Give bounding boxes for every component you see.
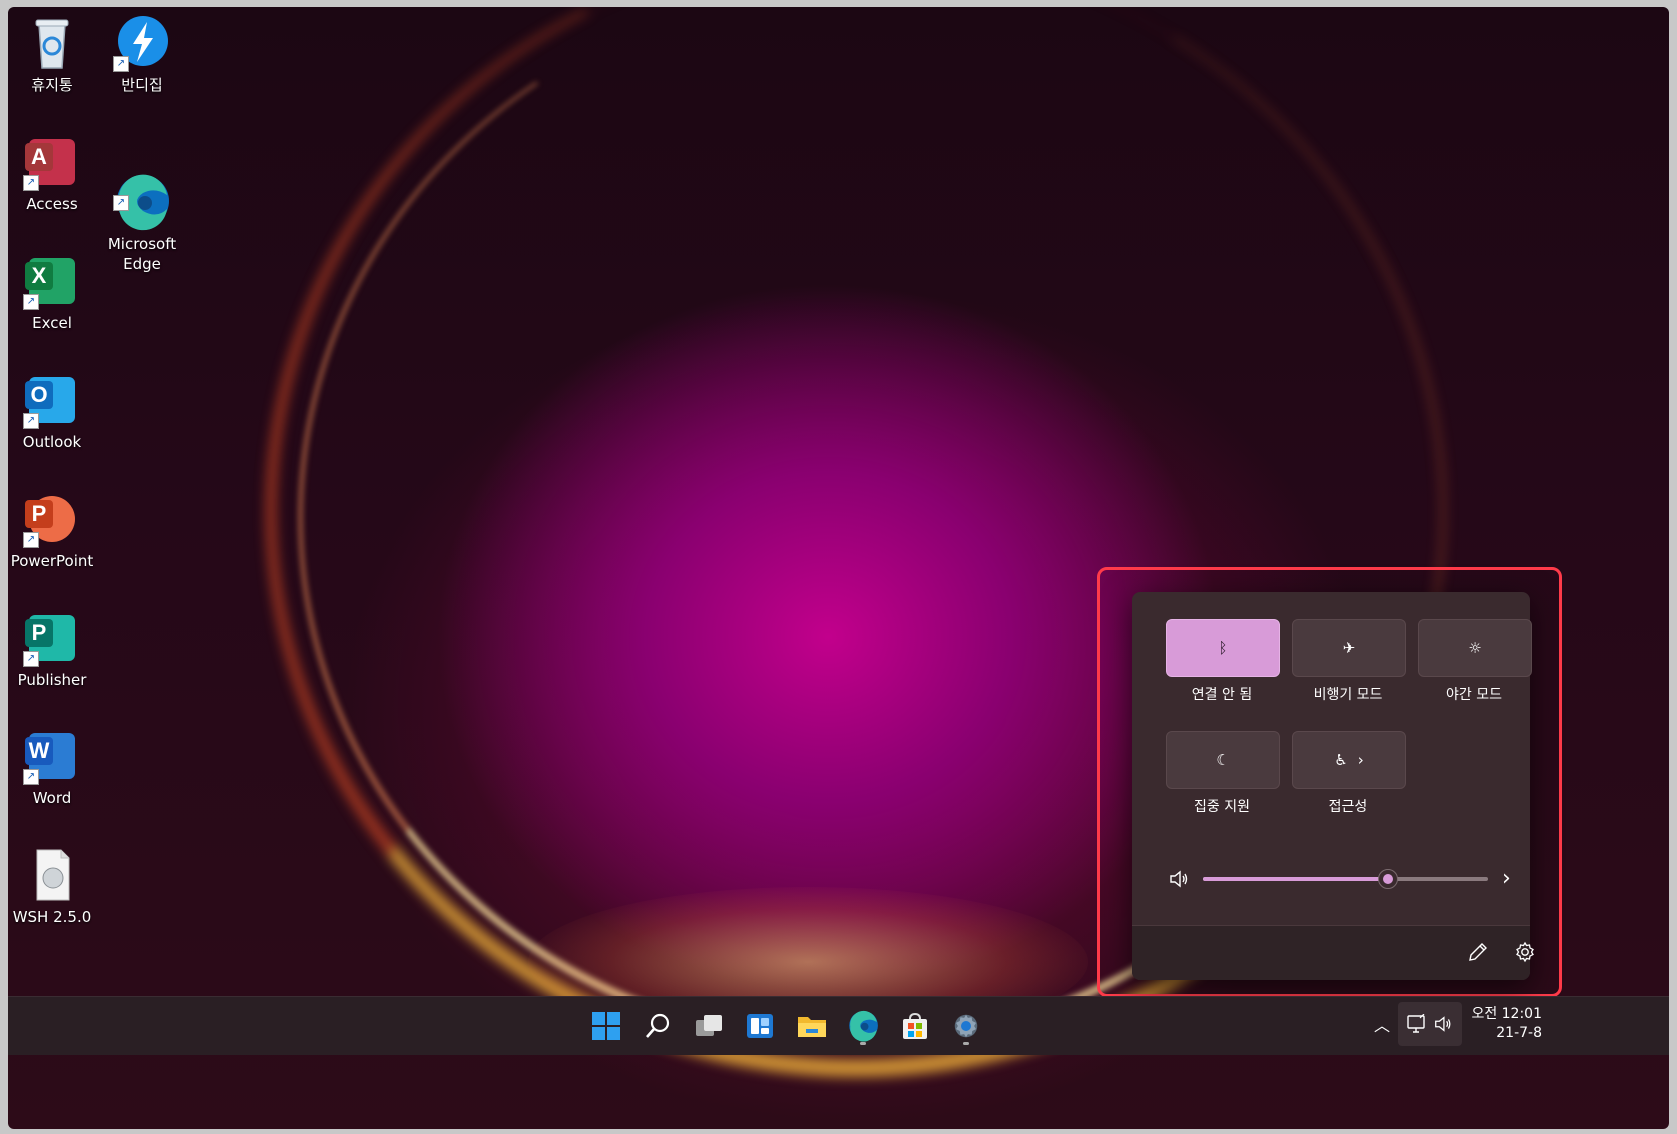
access-icon: A ↗: [23, 133, 81, 191]
desktop-icon-excel[interactable]: X ↗ Excel: [6, 252, 98, 333]
outlook-icon: O ↗: [23, 371, 81, 429]
clock-time: 오전 12:01: [1471, 1006, 1542, 1022]
settings-taskbar-icon[interactable]: [947, 1007, 985, 1045]
desktop-icon-label: Word: [32, 789, 72, 807]
shortcut-arrow-icon: ↗: [23, 769, 39, 785]
bluetooth-toggle[interactable]: ᛒ: [1166, 619, 1280, 677]
airplane-icon: ✈: [1342, 639, 1356, 657]
night-light-toggle[interactable]: ☼: [1418, 619, 1532, 677]
desktop-icon-powerpoint[interactable]: P ↗ PowerPoint: [6, 490, 98, 571]
desktop-icon-wsh[interactable]: WSH 2.5.0: [6, 846, 98, 927]
focus-assist-toggle[interactable]: ☾: [1166, 731, 1280, 789]
widgets-icon[interactable]: [741, 1007, 779, 1045]
desktop-icon-bandizip[interactable]: ↗ 반디집: [96, 14, 188, 95]
speaker-icon[interactable]: [1168, 868, 1190, 890]
volume-slider-fill: [1203, 877, 1389, 881]
chevron-right-icon[interactable]: ›: [1502, 866, 1511, 891]
accessibility-icon: ♿: [1334, 751, 1348, 769]
publisher-icon: P ↗: [23, 609, 81, 667]
bandizip-icon: ↗: [113, 14, 171, 72]
edge-icon: ↗: [113, 153, 171, 231]
wsh-file-icon: [23, 846, 81, 904]
powerpoint-icon: P ↗: [23, 490, 81, 548]
volume-tray-icon: [1435, 1016, 1451, 1032]
desktop-icon-label: WSH 2.5.0: [12, 908, 92, 926]
shortcut-arrow-icon: ↗: [23, 413, 39, 429]
accessibility-label: 접근성: [1328, 799, 1368, 815]
airplane-mode-label: 비행기 모드: [1313, 687, 1383, 703]
desktop-icon-label: 반디집: [121, 76, 163, 94]
focus-assist-moon-icon: ☾: [1216, 751, 1230, 769]
edit-pencil-icon[interactable]: [1466, 940, 1490, 964]
microsoft-store-icon[interactable]: [896, 1007, 934, 1045]
running-indicator: [860, 1042, 866, 1045]
bluetooth-label: 연결 안 됨: [1191, 687, 1253, 703]
network-icon: [1407, 1014, 1425, 1033]
desktop-icon-recycle-bin[interactable]: 휴지통: [6, 14, 98, 95]
volume-slider[interactable]: [1203, 869, 1488, 889]
desktop-icon-word[interactable]: W ↗ Word: [6, 727, 98, 808]
task-view-icon[interactable]: [690, 1007, 728, 1045]
shortcut-arrow-icon: ↗: [23, 532, 39, 548]
desktop-icon-edge[interactable]: ↗ Microsoft Edge: [96, 133, 188, 294]
bluetooth-icon: ᛒ: [1218, 639, 1228, 657]
quick-settings-tray-button[interactable]: [1398, 1002, 1462, 1046]
chevron-right-icon: ›: [1357, 751, 1364, 769]
taskbar-clock[interactable]: 오전 12:01 21-7-8: [1462, 1005, 1542, 1043]
focus-assist-label: 집중 지원: [1194, 799, 1250, 815]
shortcut-arrow-icon: ↗: [23, 651, 39, 667]
desktop-icon-label: Microsoft Edge: [107, 235, 177, 273]
settings-gear-icon[interactable]: [1513, 940, 1537, 964]
running-indicator: [963, 1042, 969, 1045]
desktop-icon-label: Publisher: [17, 671, 87, 689]
chevron-up-icon[interactable]: ︿: [1374, 1012, 1390, 1036]
desktop-icon-access[interactable]: A ↗ Access: [6, 133, 98, 214]
desktop-icon-label: Access: [26, 195, 78, 213]
shortcut-arrow-icon: ↗: [23, 294, 39, 310]
file-explorer-icon[interactable]: [793, 1007, 831, 1045]
search-icon[interactable]: [639, 1007, 677, 1045]
accessibility-button[interactable]: ♿ ›: [1292, 731, 1406, 789]
word-icon: W ↗: [23, 727, 81, 785]
clock-date: 21-7-8: [1496, 1025, 1542, 1041]
start-windows-icon[interactable]: [587, 1007, 625, 1045]
recycle-bin-icon: [23, 14, 81, 72]
desktop-icon-label: Outlook: [22, 433, 82, 451]
airplane-mode-toggle[interactable]: ✈: [1292, 619, 1406, 677]
shortcut-arrow-icon: ↗: [113, 195, 129, 211]
night-light-label: 야간 모드: [1446, 687, 1502, 703]
desktop-icon-label: PowerPoint: [10, 552, 94, 570]
shortcut-arrow-icon: ↗: [113, 56, 129, 72]
desktop-icon-outlook[interactable]: O ↗ Outlook: [6, 371, 98, 452]
desktop-icon-label: 휴지통: [31, 76, 73, 94]
excel-icon: X ↗: [23, 252, 81, 310]
desktop-icon-label: Excel: [32, 314, 72, 332]
shortcut-arrow-icon: ↗: [23, 175, 39, 191]
night-light-icon: ☼: [1468, 639, 1482, 657]
edge-taskbar-icon[interactable]: [844, 1007, 882, 1045]
desktop-icon-publisher[interactable]: P ↗ Publisher: [6, 609, 98, 690]
